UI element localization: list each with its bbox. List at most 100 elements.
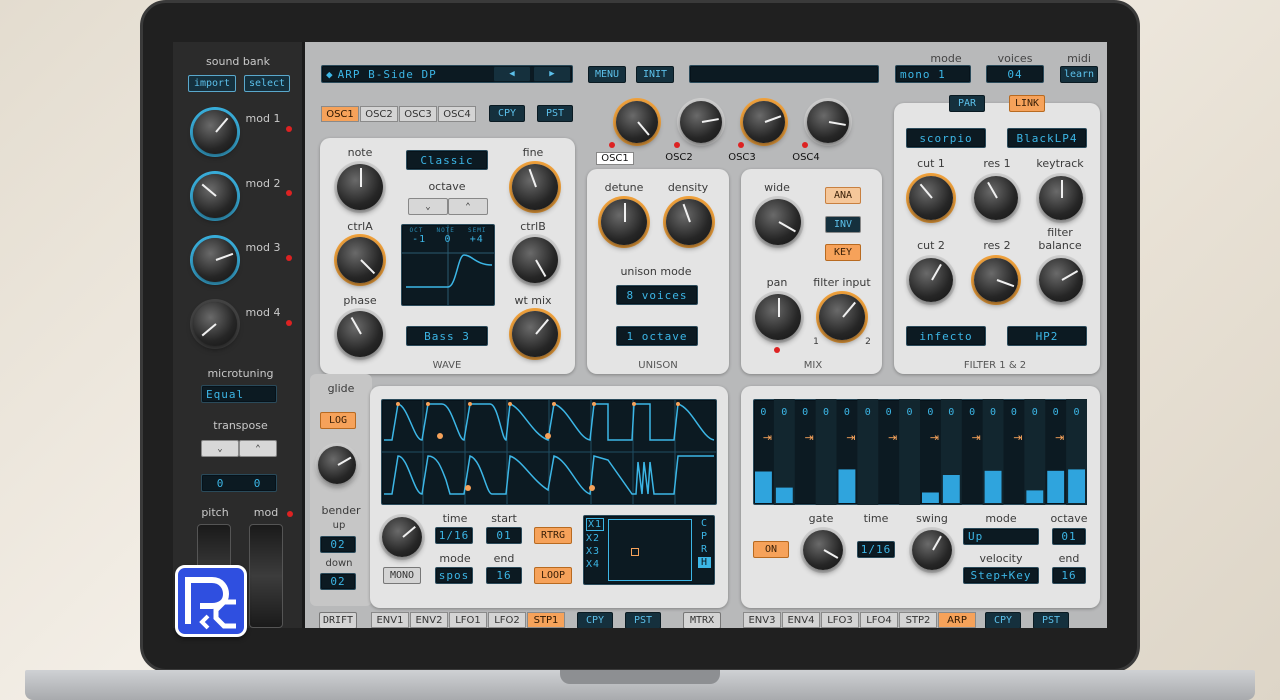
x1-item[interactable]: X1 bbox=[586, 518, 605, 531]
key-button[interactable]: KEY bbox=[825, 244, 861, 261]
right-copy-button[interactable]: CPY bbox=[985, 612, 1021, 628]
fine-knob[interactable] bbox=[512, 164, 558, 210]
arp-step-octave[interactable]: 0 bbox=[802, 407, 808, 418]
right-paste-button[interactable]: PST bbox=[1033, 612, 1069, 628]
mod-wheel[interactable] bbox=[249, 524, 283, 628]
preset-prev-button[interactable]: ◀ bbox=[493, 66, 531, 82]
gate-knob[interactable] bbox=[803, 530, 843, 570]
swing-knob[interactable] bbox=[912, 530, 952, 570]
tab-env3[interactable]: ENV3 bbox=[743, 612, 781, 628]
arp-time-display[interactable]: 1/16 bbox=[857, 541, 895, 558]
step-end-display[interactable]: 16 bbox=[486, 567, 522, 584]
arp-end-display[interactable]: 16 bbox=[1052, 567, 1086, 584]
init-button[interactable]: INIT bbox=[636, 66, 674, 83]
detune-knob[interactable] bbox=[601, 199, 647, 245]
step-mode-display[interactable]: spos bbox=[435, 567, 473, 584]
arp-octave-display[interactable]: 01 bbox=[1052, 528, 1086, 545]
filter1-type-display[interactable]: scorpio bbox=[906, 128, 986, 148]
filter-balance-knob[interactable] bbox=[1039, 258, 1083, 302]
filter-link-button[interactable]: LINK bbox=[1009, 95, 1045, 112]
left-copy-button[interactable]: CPY bbox=[577, 612, 613, 628]
arp-on-button[interactable]: ON bbox=[753, 541, 789, 558]
arp-mode-display[interactable]: Up bbox=[963, 528, 1039, 545]
tab-env2[interactable]: ENV2 bbox=[410, 612, 448, 628]
ana-button[interactable]: ANA bbox=[825, 187, 861, 204]
wt-mix-knob[interactable] bbox=[512, 311, 558, 357]
menu-button[interactable]: MENU bbox=[588, 66, 626, 83]
tab-lfo2[interactable]: LFO2 bbox=[488, 612, 526, 628]
phase-knob[interactable] bbox=[337, 311, 383, 357]
osc1-level-knob[interactable] bbox=[616, 101, 658, 143]
arp-step-arrow-icon[interactable]: ⇥ bbox=[930, 431, 939, 444]
tab-lfo1[interactable]: LFO1 bbox=[449, 612, 487, 628]
bender-up-display[interactable]: 02 bbox=[320, 536, 356, 553]
x4-item[interactable]: X4 bbox=[586, 559, 604, 570]
tab-lfo3[interactable]: LFO3 bbox=[821, 612, 859, 628]
tab-osc4[interactable]: OSC4 bbox=[438, 106, 476, 122]
glide-knob[interactable] bbox=[318, 446, 356, 484]
filter1-mode-display[interactable]: infecto bbox=[906, 326, 986, 346]
tab-arp[interactable]: ARP bbox=[938, 612, 976, 628]
arp-step-octave[interactable]: 0 bbox=[948, 407, 954, 418]
transpose-display[interactable]: 0 0 bbox=[201, 474, 277, 492]
arp-step-octave[interactable]: 0 bbox=[990, 407, 996, 418]
tab-osc1[interactable]: OSC1 bbox=[321, 106, 359, 122]
arp-step-arrow-icon[interactable]: ⇥ bbox=[888, 431, 897, 444]
osc-paste-button[interactable]: PST bbox=[537, 105, 573, 122]
arp-velocity-bar[interactable] bbox=[942, 475, 960, 503]
density-knob[interactable] bbox=[666, 199, 712, 245]
arp-step-octave[interactable]: 0 bbox=[907, 407, 913, 418]
arp-step-arrow-icon[interactable]: ⇥ bbox=[1055, 431, 1064, 444]
mod1-knob[interactable] bbox=[193, 110, 237, 154]
loop-button[interactable]: LOOP bbox=[534, 567, 572, 584]
cut1-knob[interactable] bbox=[909, 176, 953, 220]
filter2-mode-display[interactable]: HP2 bbox=[1007, 326, 1087, 346]
osc-copy-button[interactable]: CPY bbox=[489, 105, 525, 122]
res1-knob[interactable] bbox=[974, 176, 1018, 220]
arp-step-octave[interactable]: 0 bbox=[1074, 407, 1080, 418]
velocity-display[interactable]: Step+Key bbox=[963, 567, 1039, 584]
tab-env1[interactable]: ENV1 bbox=[371, 612, 409, 628]
step-rate-knob[interactable] bbox=[382, 517, 422, 557]
tab-env4[interactable]: ENV4 bbox=[782, 612, 820, 628]
rtrg-button[interactable]: RTRG bbox=[534, 527, 572, 544]
unison-octave-display[interactable]: 1 octave bbox=[616, 326, 698, 346]
arp-step-arrow-icon[interactable]: ⇥ bbox=[846, 431, 855, 444]
microtuning-display[interactable]: Equal bbox=[201, 385, 277, 403]
arp-velocity-bar[interactable] bbox=[1047, 470, 1065, 503]
filter2-type-display[interactable]: BlackLP4 bbox=[1007, 128, 1087, 148]
arp-step-octave[interactable]: 0 bbox=[1011, 407, 1017, 418]
glide-log-button[interactable]: LOG bbox=[320, 412, 356, 429]
res2-knob[interactable] bbox=[974, 258, 1018, 302]
arp-velocity-bar[interactable] bbox=[775, 487, 793, 503]
c-item[interactable]: C bbox=[698, 518, 711, 529]
tab-lfo4[interactable]: LFO4 bbox=[860, 612, 898, 628]
tab-osc3[interactable]: OSC3 bbox=[399, 106, 437, 122]
step-mono-button[interactable]: MONO bbox=[383, 567, 421, 584]
note-knob[interactable] bbox=[337, 164, 383, 210]
p-item[interactable]: P bbox=[698, 531, 711, 542]
arp-velocity-bar[interactable] bbox=[838, 469, 856, 503]
wave-name-display[interactable]: Bass 3 bbox=[406, 326, 488, 346]
matrix-button[interactable]: MTRX bbox=[683, 612, 721, 628]
arp-step-octave[interactable]: 0 bbox=[844, 407, 850, 418]
osc3-level-knob[interactable] bbox=[743, 101, 785, 143]
octave-down-button[interactable]: ⌄ bbox=[408, 198, 448, 215]
arp-step-octave[interactable]: 0 bbox=[969, 407, 975, 418]
octave-up-button[interactable]: ⌃ bbox=[448, 198, 488, 215]
drift-button[interactable]: DRIFT bbox=[319, 612, 357, 628]
ctrlA-knob[interactable] bbox=[337, 237, 383, 283]
x2-item[interactable]: X2 bbox=[586, 533, 604, 544]
left-paste-button[interactable]: PST bbox=[625, 612, 661, 628]
mod4-knob[interactable] bbox=[193, 302, 237, 346]
arp-velocity-bar[interactable] bbox=[755, 471, 772, 504]
arp-velocity-bar[interactable] bbox=[984, 470, 1002, 503]
arp-step-arrow-icon[interactable]: ⇥ bbox=[805, 431, 814, 444]
step-time-display[interactable]: 1/16 bbox=[435, 527, 473, 544]
arp-step-octave[interactable]: 0 bbox=[1032, 407, 1038, 418]
transpose-down-button[interactable]: ⌄ bbox=[201, 440, 239, 457]
mod2-knob[interactable] bbox=[193, 174, 237, 218]
osc2-level-knob[interactable] bbox=[680, 101, 722, 143]
arp-step-arrow-icon[interactable]: ⇥ bbox=[1013, 431, 1022, 444]
filter-par-button[interactable]: PAR bbox=[949, 95, 985, 112]
